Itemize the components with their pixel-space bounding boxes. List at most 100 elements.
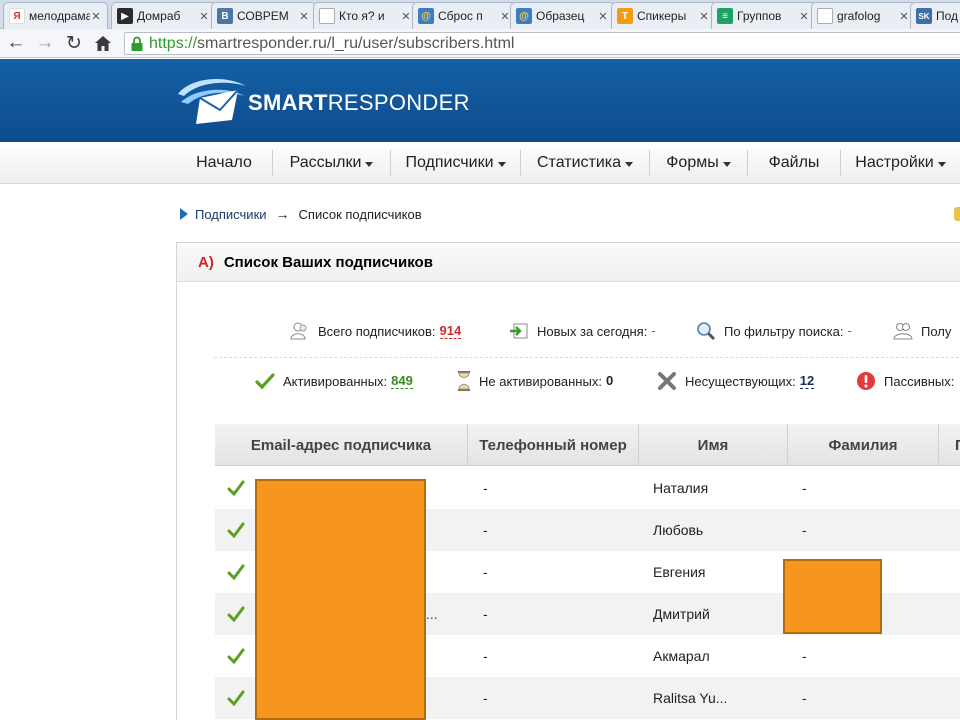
column-header-phone[interactable]: Телефонный номер <box>468 424 638 466</box>
import-icon <box>509 321 529 341</box>
close-icon[interactable]: ✕ <box>198 10 210 23</box>
close-icon[interactable]: ✕ <box>298 10 310 23</box>
envelope-logo-icon <box>178 79 246 124</box>
warning-icon <box>856 371 876 391</box>
stat-passive-label: Пассивных: <box>884 373 955 389</box>
t-favicon-icon: T <box>617 8 633 24</box>
stat-activated-value[interactable]: 849 <box>391 373 413 389</box>
magnifier-icon <box>696 321 716 341</box>
browser-tab[interactable]: В СОВРЕМ ✕ <box>211 2 316 29</box>
menu-item-label: Файлы <box>768 154 820 171</box>
column-header-name[interactable]: Имя <box>639 424 787 466</box>
close-icon[interactable]: ✕ <box>698 10 710 23</box>
mail-favicon-icon: @ <box>418 8 434 24</box>
breadcrumb-arrow-icon <box>180 208 188 220</box>
checkmark-icon <box>227 648 245 665</box>
tab-title: Под <box>936 9 959 23</box>
help-icon[interactable] <box>954 207 960 221</box>
stat-total: Всего подписчиков: 914 <box>290 321 462 341</box>
brand-regular: RESPONDER <box>327 90 470 115</box>
url-scheme: https:// <box>149 35 198 52</box>
chevron-down-icon <box>625 161 634 167</box>
menu-item-settings[interactable]: Настройки <box>841 142 960 184</box>
stat-passive: Пассивных: <box>856 371 954 391</box>
breadcrumb-subscribers-link[interactable]: Подписчики <box>195 207 267 222</box>
brand-bold: SMART <box>248 90 328 115</box>
chevron-down-icon <box>722 161 731 167</box>
stat-nonexistent-value[interactable]: 12 <box>799 373 815 389</box>
users-icon <box>290 321 310 341</box>
browser-tab[interactable]: T Спикеры ✕ <box>611 2 716 29</box>
browser-window: Я мелодрама ✕ ▶ Домраб ✕ В СОВРЕМ ✕ Кто … <box>0 0 960 720</box>
browser-tab[interactable]: grafolog ✕ <box>811 2 916 29</box>
column-header-surname[interactable]: Фамилия <box>788 424 938 466</box>
back-icon[interactable]: ← <box>4 31 28 55</box>
smartresponder-logo[interactable]: SMARTRESPONDER <box>176 76 469 126</box>
cell-surname: - <box>802 522 807 538</box>
column-header-more[interactable]: П <box>939 424 960 466</box>
close-icon[interactable]: ✕ <box>597 10 609 23</box>
mail-favicon-icon: @ <box>516 8 532 24</box>
stat-received-label: Полу <box>921 323 952 339</box>
menu-item-home[interactable]: Начало <box>176 142 272 184</box>
browser-tab[interactable]: Кто я? и ✕ <box>313 2 418 29</box>
browser-tab[interactable]: @ Сброс п ✕ <box>412 2 517 29</box>
cell-phone: - <box>483 648 488 664</box>
vk-favicon-icon: В <box>217 8 233 24</box>
close-icon[interactable]: ✕ <box>90 10 102 23</box>
stat-filter-label: По фильтру поиска: <box>724 323 844 339</box>
browser-tab[interactable]: SK Под <box>910 2 960 29</box>
close-icon[interactable]: ✕ <box>400 10 412 23</box>
browser-tab[interactable]: ▶ Домраб ✕ <box>111 2 216 29</box>
sk-favicon-icon: SK <box>916 8 932 24</box>
breadcrumb-current: Список подписчиков <box>298 206 422 222</box>
redacted-email-block <box>255 479 426 720</box>
stat-filter: По фильтру поиска: - <box>696 321 852 341</box>
tab-title: Спикеры <box>637 9 687 23</box>
cell-name: Акмарал <box>653 648 710 664</box>
stat-total-value[interactable]: 914 <box>439 323 462 339</box>
menu-item-label: Настройки <box>855 154 934 171</box>
browser-tab[interactable]: Я мелодрама ✕ <box>3 2 108 29</box>
column-header-email[interactable]: Email-адрес подписчика <box>215 424 467 466</box>
tab-title: Кто я? и <box>339 9 385 23</box>
reload-icon[interactable]: ↻ <box>62 31 86 55</box>
menu-item-label: Статистика <box>536 154 622 171</box>
cell-phone: - <box>483 690 488 706</box>
menu-item-subscribers[interactable]: Подписчики <box>391 142 520 184</box>
browser-tab[interactable]: @ Образец ✕ <box>510 2 615 29</box>
document-favicon-icon <box>319 8 335 24</box>
cross-icon <box>657 371 677 391</box>
menu-item-label: Рассылки <box>289 154 362 171</box>
brand-name: SMARTRESPONDER <box>248 90 470 116</box>
tab-title: Образец <box>536 9 585 23</box>
forward-icon[interactable]: → <box>33 31 57 55</box>
stat-new-label: Новых за сегодня: <box>537 323 648 339</box>
panel-letter: A) <box>198 253 214 271</box>
stat-nonexistent-label: Несуществующих: <box>685 373 796 389</box>
stat-received: Полу <box>893 321 951 341</box>
stat-new-today: Новых за сегодня: - <box>509 321 656 341</box>
cell-phone: - <box>483 480 488 496</box>
yandex-favicon-icon: Я <box>9 8 25 24</box>
menu-item-files[interactable]: Файлы <box>748 142 840 184</box>
cell-phone: - <box>483 564 488 580</box>
cell-phone: - <box>483 522 488 538</box>
close-icon[interactable]: ✕ <box>898 10 910 23</box>
cell-name: Евгения <box>653 564 706 580</box>
address-bar[interactable]: https://smartresponder.ru/l_ru/user/subs… <box>124 32 960 55</box>
menu-item-label: Начало <box>196 154 252 171</box>
menu-item-label: Формы <box>666 154 719 171</box>
menu-item-mailings[interactable]: Рассылки <box>273 142 390 184</box>
menu-item-forms[interactable]: Формы <box>650 142 747 184</box>
checkmark-icon <box>227 606 245 623</box>
breadcrumb: Подписчики → Список подписчиков <box>180 205 422 223</box>
menu-item-statistics[interactable]: Статистика <box>521 142 649 184</box>
home-icon[interactable] <box>91 31 115 55</box>
cell-email-truncation: ... <box>426 606 438 622</box>
tab-title: Домраб <box>137 9 181 23</box>
close-icon[interactable]: ✕ <box>798 10 810 23</box>
cell-name: Дмитрий <box>653 606 710 622</box>
browser-tab[interactable]: ≡ Группов ✕ <box>711 2 816 29</box>
cell-surname: - <box>802 480 807 496</box>
